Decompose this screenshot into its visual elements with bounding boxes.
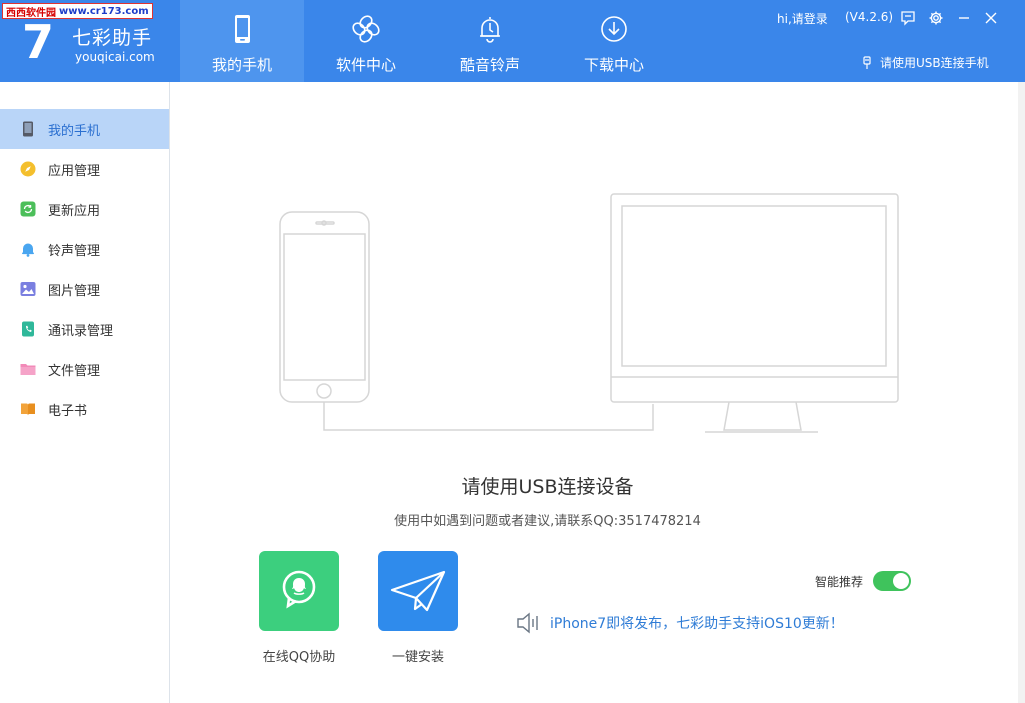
smart-recommend-label: 智能推荐 [815, 575, 864, 589]
sidebar-item-file-management[interactable]: 文件管理 [0, 349, 169, 389]
usb-connect-hint[interactable]: 请使用USB连接手机 [862, 54, 989, 71]
sidebar-item-label: 通讯录管理 [48, 323, 114, 339]
sidebar-item-label: 应用管理 [48, 163, 101, 179]
sidebar-item-picture-management[interactable]: 图片管理 [0, 269, 169, 309]
refresh-icon [20, 201, 36, 217]
sidebar-item-ebook[interactable]: 电子书 [0, 389, 169, 429]
sidebar-item-ringtone-management[interactable]: 铃声管理 [0, 229, 169, 269]
sidebar-item-contacts-management[interactable]: 通讯录管理 [0, 309, 169, 349]
watermark-site-url: www.cr173.com [59, 5, 149, 17]
usb-plug-icon [863, 55, 871, 69]
phone-icon [20, 121, 36, 137]
announcement-text: iPhone7即将发布，七彩助手支持iOS10更新！ [550, 616, 844, 632]
contacts-icon [20, 321, 36, 337]
phone-icon [235, 15, 250, 43]
connect-device-heading: 请使用USB连接设备 [461, 476, 634, 498]
speaker-icon [517, 612, 538, 634]
tab-my-phone[interactable]: 我的手机 [180, 0, 304, 82]
book-icon [20, 401, 36, 417]
sidebar: 我的手机 应用管理 更新应用 铃声管理 图片管理 通讯录管理 文件管理 电子书 [0, 82, 170, 703]
support-contact-text: 使用中如遇到问题或者建议,请联系QQ:3517478214 [394, 514, 701, 529]
close-icon[interactable] [983, 10, 999, 26]
online-qq-assist-button[interactable]: 在线QQ协助 [259, 551, 339, 665]
watermark: 西西软件园 www.cr173.com [2, 3, 153, 19]
bell-icon [480, 17, 500, 43]
compass-icon [20, 161, 36, 177]
watermark-site-name: 西西软件园 [6, 7, 56, 19]
tab-label: 下载中心 [583, 56, 644, 74]
sidebar-item-label: 我的手机 [48, 123, 101, 139]
smart-recommend-toggle[interactable] [873, 571, 911, 591]
version-label: (V4.2.6) [845, 10, 894, 24]
sidebar-item-update-apps[interactable]: 更新应用 [0, 189, 169, 229]
usb-hint-label: 请使用USB连接手机 [880, 56, 989, 70]
sidebar-item-label: 文件管理 [48, 363, 101, 379]
sidebar-item-app-management[interactable]: 应用管理 [0, 149, 169, 189]
settings-gear-icon[interactable] [928, 10, 944, 26]
main-panel: 请使用USB连接设备 使用中如遇到问题或者建议,请联系QQ:3517478214… [170, 82, 1025, 703]
phone-outline [279, 211, 370, 403]
bell-icon [20, 241, 36, 257]
sidebar-item-label: 更新应用 [48, 203, 101, 219]
qq-assist-tile [259, 551, 339, 631]
qq-icon [282, 570, 316, 609]
one-click-install-button[interactable]: 一键安装 [378, 551, 458, 665]
paper-plane-icon [390, 570, 446, 612]
sidebar-item-label: 电子书 [48, 403, 88, 419]
app-name: 七彩助手 [72, 27, 153, 49]
login-link[interactable]: hi,请登录 [777, 10, 828, 27]
tab-label: 酷音铃声 [459, 56, 520, 74]
action-label: 一键安装 [391, 650, 444, 665]
tab-download-center[interactable]: 下载中心 [552, 0, 676, 82]
app-url: youqicai.com [75, 50, 155, 64]
usb-cable [323, 402, 654, 431]
tab-software-center[interactable]: 软件中心 [304, 0, 428, 82]
download-icon [601, 16, 627, 42]
clover-icon [352, 15, 380, 43]
monitor-outline [610, 193, 899, 433]
tab-label: 我的手机 [211, 56, 272, 74]
app-logo: 7 七彩助手 youqicai.com [22, 16, 182, 70]
sidebar-item-label: 图片管理 [48, 283, 101, 299]
window-edge [1018, 82, 1025, 703]
sidebar-item-label: 铃声管理 [48, 243, 101, 259]
install-tile [378, 551, 458, 631]
tab-label: 软件中心 [335, 56, 396, 74]
picture-icon [20, 281, 36, 297]
action-label: 在线QQ协助 [262, 650, 336, 665]
announcement-bar[interactable]: iPhone7即将发布，七彩助手支持iOS10更新！ [516, 611, 844, 635]
sidebar-item-my-phone[interactable]: 我的手机 [0, 109, 169, 149]
tab-ringtones[interactable]: 酷音铃声 [428, 0, 552, 82]
folder-icon [20, 361, 36, 377]
toggle-knob [893, 573, 909, 589]
device-connection-illustration [279, 193, 899, 433]
title-bar: 7 七彩助手 youqicai.com 我的手机 软件中心 酷音铃声 下载中心 … [0, 0, 1025, 82]
minimize-icon[interactable] [956, 10, 972, 26]
logo-number: 7 [22, 15, 55, 69]
feedback-icon[interactable] [900, 10, 916, 26]
